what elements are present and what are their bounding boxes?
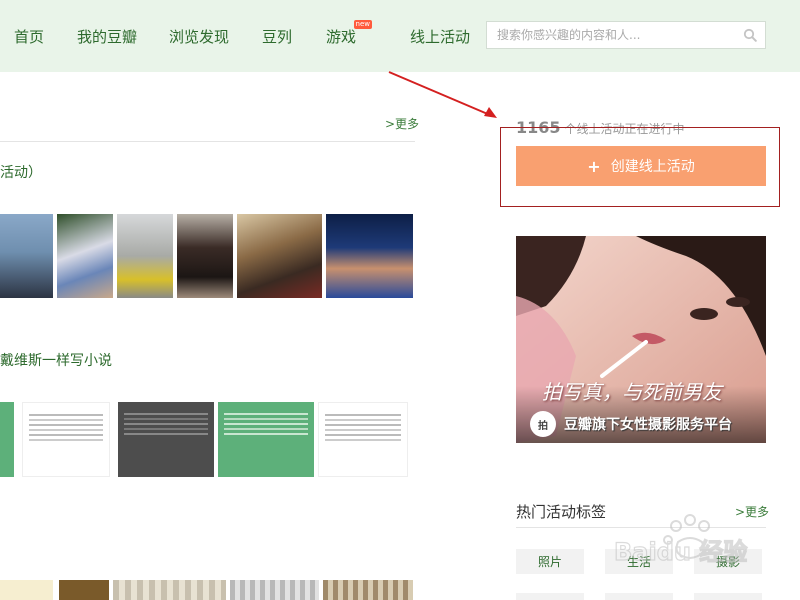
nav-item-home[interactable]: 首页 xyxy=(14,26,44,47)
nav-item-online-events[interactable]: 线上活动 xyxy=(410,26,470,47)
nav-item-my-douban[interactable]: 我的豆瓣 xyxy=(77,26,137,47)
tag-photos[interactable]: 照片 xyxy=(516,549,584,574)
tag-row-2[interactable] xyxy=(516,593,584,600)
ad-tagline: 豆瓣旗下女性摄影服务平台 xyxy=(564,417,732,433)
baidu-jingyan-watermark: Baidu 经验 xyxy=(613,514,748,567)
event-photo[interactable] xyxy=(117,214,173,298)
doc-thumbnail[interactable] xyxy=(22,402,110,477)
section1-heading[interactable]: 活动） xyxy=(0,162,42,182)
event-photo[interactable] xyxy=(0,214,53,298)
ad-banner[interactable]: 拍写真，与死前男友 拍 豆瓣旗下女性摄影服务平台 xyxy=(516,236,766,443)
search-box xyxy=(486,21,766,49)
highlight-box xyxy=(500,127,780,207)
calligraphy-thumbnail[interactable] xyxy=(0,580,53,600)
calligraphy-thumbnail[interactable] xyxy=(323,580,413,600)
nav-item-games-label: 游戏 xyxy=(326,28,357,46)
tag-row-2[interactable] xyxy=(605,593,673,600)
doc-thumbnail[interactable] xyxy=(0,402,14,477)
doc-thumbnail[interactable] xyxy=(318,402,408,477)
section1-divider xyxy=(0,141,415,142)
doc-thumbnail[interactable] xyxy=(118,402,214,477)
event-photo[interactable] xyxy=(326,214,413,298)
doc-thumbnail[interactable] xyxy=(218,402,314,477)
event-photo[interactable] xyxy=(177,214,233,298)
tag-row-2[interactable] xyxy=(694,593,762,600)
ad-slogan: 拍写真，与死前男友 xyxy=(542,380,722,404)
watermark-text: Baidu 经验 xyxy=(614,538,747,566)
section2-heading[interactable]: 戴维斯一样写小说 xyxy=(0,350,112,370)
nav-item-doulist[interactable]: 豆列 xyxy=(262,26,292,47)
nav-item-games[interactable]: 游戏 new xyxy=(326,20,373,47)
top-nav: 首页 我的豆瓣 浏览发现 豆列 游戏 new 线上活动 xyxy=(0,0,800,72)
calligraphy-thumbnail[interactable] xyxy=(230,580,319,600)
search-icon[interactable] xyxy=(743,28,757,42)
search-input[interactable] xyxy=(487,22,747,48)
section1-more-link[interactable]: >更多 xyxy=(385,115,419,132)
calligraphy-thumbnail[interactable] xyxy=(113,580,226,600)
new-badge: new xyxy=(353,20,373,29)
nav-item-explore[interactable]: 浏览发现 xyxy=(169,26,229,47)
event-photo[interactable] xyxy=(57,214,113,298)
calligraphy-thumbnail[interactable] xyxy=(59,580,109,600)
camera-logo-icon: 拍 xyxy=(530,411,556,437)
ad-tagline-bar: 拍 豆瓣旗下女性摄影服务平台 xyxy=(516,408,766,440)
hot-tags-title: 热门活动标签 xyxy=(516,503,607,521)
event-photo[interactable] xyxy=(237,214,322,298)
